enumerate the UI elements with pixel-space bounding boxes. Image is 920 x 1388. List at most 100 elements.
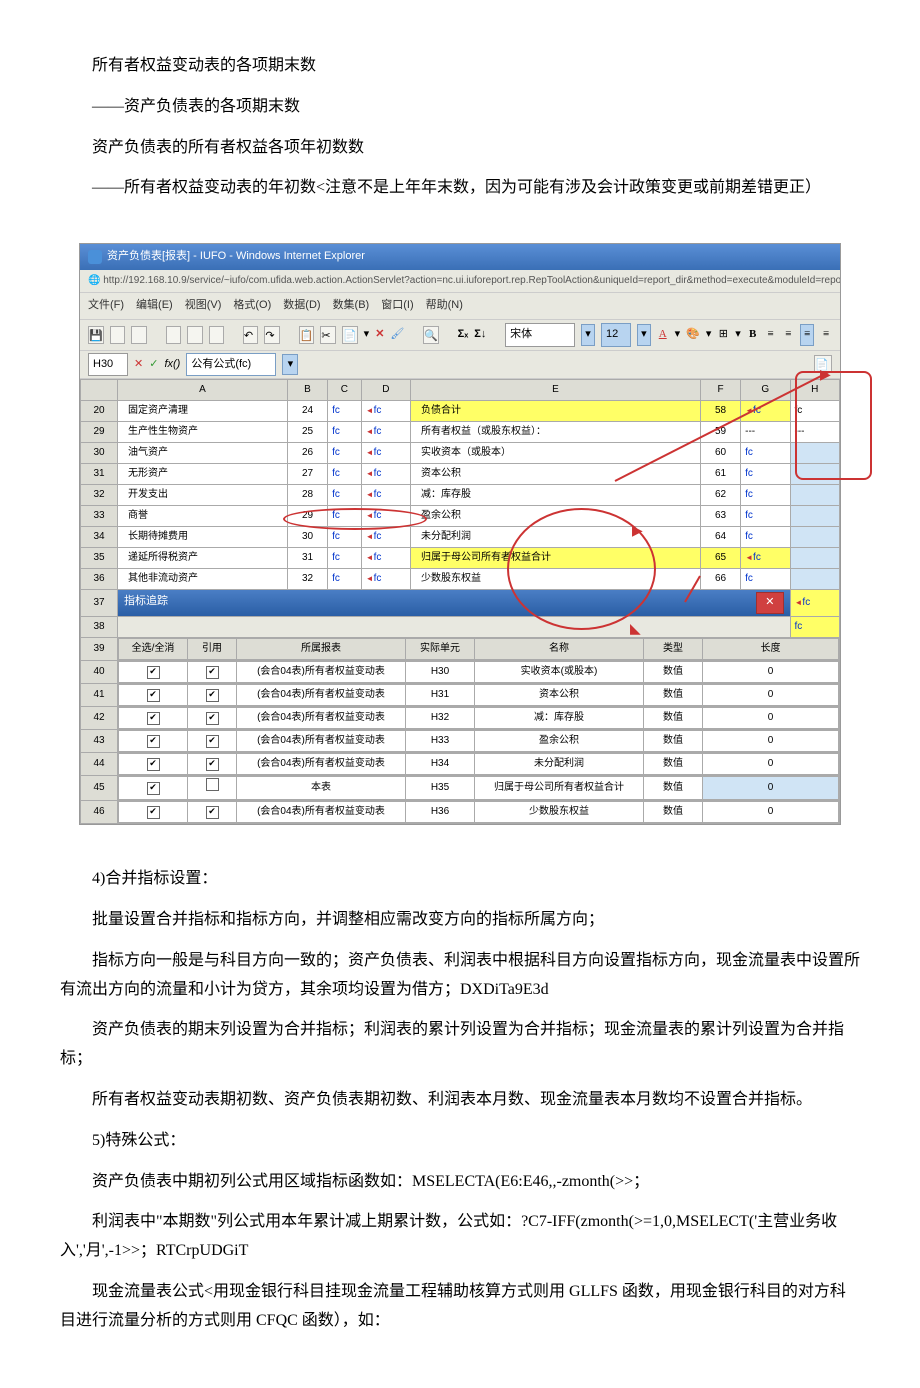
align-right-icon[interactable]: ≡ (800, 324, 814, 346)
checkbox-cell[interactable]: ✔ (119, 708, 188, 729)
cell[interactable]: 25 (287, 422, 327, 443)
align-justify-icon[interactable]: ≡ (820, 325, 832, 345)
row-header[interactable]: 39 (81, 638, 118, 661)
cut-icon[interactable]: ✂ (320, 326, 336, 344)
column-header[interactable]: C (328, 380, 362, 401)
align-center-icon[interactable]: ≡ (782, 325, 794, 345)
border-icon[interactable]: ⊞ (717, 325, 729, 345)
cell[interactable] (790, 443, 840, 464)
close-button[interactable]: ✕ (756, 592, 783, 614)
formula-dropdown[interactable]: ▾ (282, 354, 298, 376)
row-header[interactable]: 38 (81, 617, 118, 638)
row-header[interactable]: 37 (81, 590, 118, 617)
cell[interactable]: 未分配利润 (411, 527, 701, 548)
cell[interactable]: 实收资本（或股本） (411, 443, 701, 464)
row-header[interactable]: 35 (81, 548, 118, 569)
cell[interactable] (790, 569, 840, 590)
column-header[interactable] (81, 380, 118, 401)
cell[interactable]: 减：库存股 (411, 485, 701, 506)
cell[interactable]: 固定资产清理 (118, 401, 288, 422)
menu-window[interactable]: 窗口(I) (381, 296, 413, 316)
cell[interactable] (790, 485, 840, 506)
cell[interactable]: 无形资产 (118, 464, 288, 485)
cell[interactable]: 油气资产 (118, 443, 288, 464)
cell[interactable] (790, 527, 840, 548)
checkbox-cell[interactable]: ✔ (119, 731, 188, 752)
cell[interactable]: 归属于母公司所有者权益合计 (411, 548, 701, 569)
column-header[interactable]: H (790, 380, 840, 401)
column-header[interactable]: F (700, 380, 740, 401)
cell[interactable]: 61 (700, 464, 740, 485)
dialog-col-len[interactable]: 长度 (703, 639, 839, 660)
fill-color-icon[interactable]: 🎨 (686, 325, 700, 345)
cell[interactable]: fc (328, 506, 362, 527)
fx-icon[interactable]: fx() (164, 355, 180, 375)
cell[interactable]: 65 (700, 548, 740, 569)
tool-icon[interactable] (131, 326, 147, 344)
row-header[interactable]: 20 (81, 401, 118, 422)
font-dropdown[interactable]: ▾ (581, 324, 595, 346)
menu-dataset[interactable]: 数集(B) (333, 296, 370, 316)
copy-icon[interactable]: 📋 (299, 326, 315, 344)
tool-icon[interactable] (187, 326, 203, 344)
fontsize-dropdown[interactable]: ▾ (637, 324, 651, 346)
dialog-col-name[interactable]: 名称 (475, 639, 644, 660)
undo-icon[interactable]: ↶ (243, 326, 259, 344)
cell[interactable]: fc (328, 422, 362, 443)
dialog-col-ref[interactable]: 引用 (188, 639, 237, 660)
cell[interactable]: fc (790, 617, 840, 638)
tool-dropdown[interactable]: ▾ (364, 325, 370, 345)
sum-icon[interactable]: Σₓ (458, 325, 469, 345)
sum-icon[interactable]: Σ↓ (474, 325, 486, 345)
cell[interactable]: fc (741, 443, 790, 464)
cell[interactable]: ◄fc (361, 464, 410, 485)
cell[interactable]: ◄fc (361, 401, 410, 422)
cell[interactable]: ◄fc (790, 590, 840, 617)
cell[interactable]: 商誉 (118, 506, 288, 527)
row-header[interactable]: 32 (81, 485, 118, 506)
cell[interactable]: 长期待摊费用 (118, 527, 288, 548)
cell[interactable]: 负债合计 (411, 401, 701, 422)
find-icon[interactable]: 🔍 (423, 326, 439, 344)
cell[interactable]: 盈余公积 (411, 506, 701, 527)
cell-reference[interactable]: H30 (88, 353, 128, 377)
row-header[interactable]: 42 (81, 707, 118, 730)
dialog-col-report[interactable]: 所属报表 (237, 639, 406, 660)
cell[interactable]: fc (741, 506, 790, 527)
cell[interactable]: fc (741, 569, 790, 590)
cell[interactable]: 30 (287, 527, 327, 548)
cell[interactable]: ◄fc (361, 548, 410, 569)
cell[interactable]: 58 (700, 401, 740, 422)
cell[interactable]: ◄fc (361, 443, 410, 464)
cell[interactable]: --- (741, 422, 790, 443)
cell[interactable]: 66 (700, 569, 740, 590)
checkbox-cell[interactable]: ✔ (188, 731, 237, 752)
cell[interactable]: fc (741, 527, 790, 548)
cell[interactable]: 27 (287, 464, 327, 485)
row-header[interactable]: 36 (81, 569, 118, 590)
menu-format[interactable]: 格式(O) (233, 296, 271, 316)
checkbox-cell[interactable]: ✔ (188, 685, 237, 706)
menu-data[interactable]: 数据(D) (283, 296, 320, 316)
menu-edit[interactable]: 编辑(E) (136, 296, 173, 316)
tool-icon[interactable] (209, 326, 225, 344)
cell[interactable]: fc (328, 401, 362, 422)
cell[interactable]: 59 (700, 422, 740, 443)
cell[interactable]: 28 (287, 485, 327, 506)
tool-icon[interactable]: 📄 (814, 355, 832, 373)
cell[interactable]: 少数股东权益 (411, 569, 701, 590)
spreadsheet[interactable]: ABCDEFGH 20 固定资产清理 24 fc ◄fc 负债合计 58 ◄fc… (80, 379, 840, 824)
cell[interactable]: ◄fc (361, 506, 410, 527)
menu-file[interactable]: 文件(F) (88, 296, 124, 316)
cell[interactable]: fc (328, 464, 362, 485)
font-color-icon[interactable]: A (657, 325, 669, 345)
cell[interactable]: 开发支出 (118, 485, 288, 506)
cell[interactable]: fc (328, 527, 362, 548)
cell[interactable]: 其他非流动资产 (118, 569, 288, 590)
checkbox-cell[interactable]: ✔ (119, 662, 188, 683)
cell[interactable]: fc (790, 401, 840, 422)
align-left-icon[interactable]: ≡ (765, 325, 777, 345)
cell[interactable]: fc (328, 443, 362, 464)
row-header[interactable]: 31 (81, 464, 118, 485)
cell[interactable]: fc (741, 485, 790, 506)
